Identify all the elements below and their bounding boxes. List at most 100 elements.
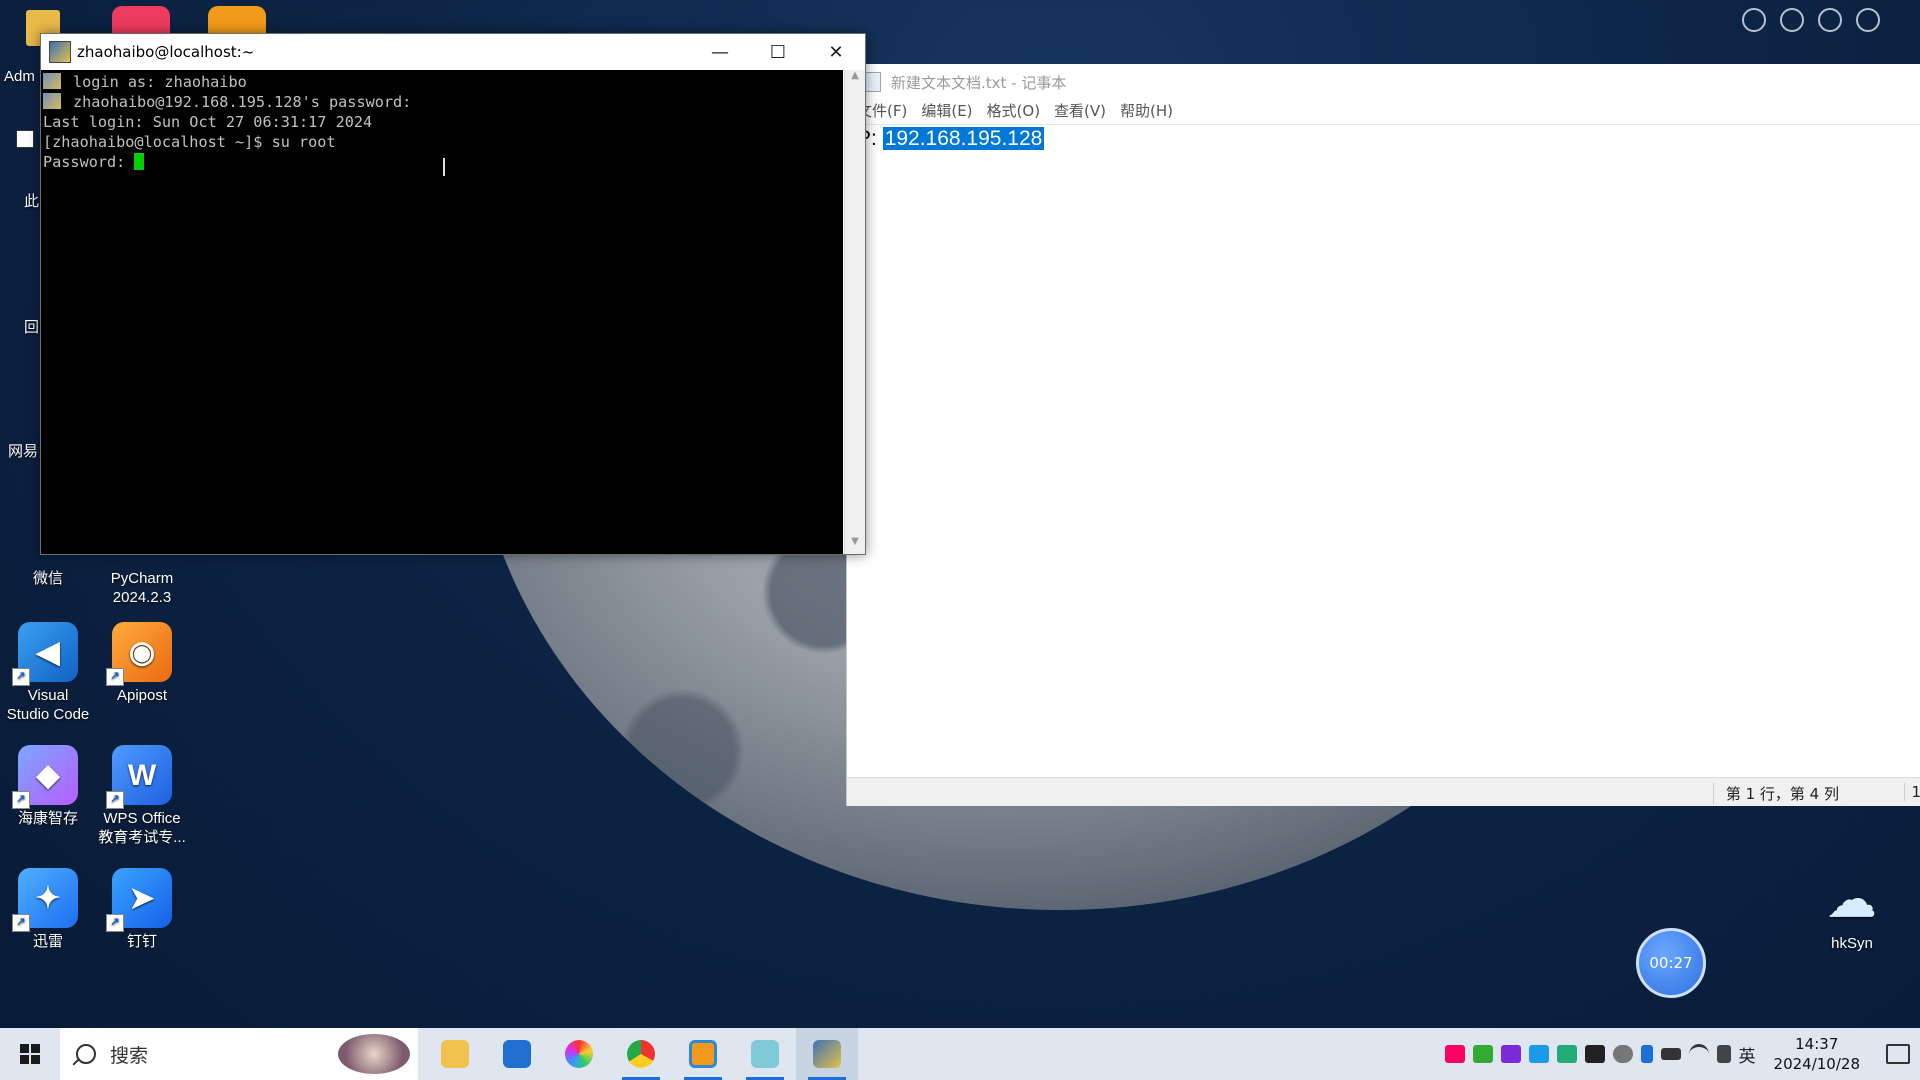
volume-icon[interactable] — [1716, 1045, 1731, 1063]
maximize-button[interactable]: ☐ — [749, 34, 807, 70]
app-tray-icon[interactable] — [1444, 1045, 1465, 1063]
desktop-label-partial: 网易 — [8, 443, 39, 460]
checkbox-icon[interactable] — [16, 130, 34, 148]
desktop-icon-label: 迅雷 — [32, 933, 63, 950]
start-button[interactable] — [0, 1028, 60, 1080]
vscode-icon: ◀ ↗ — [12, 622, 78, 686]
desktop-icon-label: hkSyn — [1831, 935, 1873, 952]
pause-icon[interactable] — [1818, 8, 1842, 32]
desktop-icon-xunlei[interactable]: ✦ ↗ 迅雷 — [0, 868, 96, 951]
app-tray-icon[interactable] — [1584, 1045, 1605, 1063]
wps-icon: W ↗ — [106, 745, 172, 809]
bluetooth-icon[interactable] — [1640, 1045, 1653, 1063]
taskbar: 搜索 英 14:37 2024/10/28 — [0, 1028, 1920, 1080]
chrome-icon — [627, 1040, 655, 1068]
shield-icon[interactable] — [1742, 8, 1766, 32]
system-tray: 英 14:37 2024/10/28 — [1444, 1034, 1920, 1074]
weibo-icon[interactable] — [1856, 8, 1880, 32]
clock-date: 2024/10/28 — [1773, 1055, 1860, 1073]
close-button[interactable]: ✕ — [807, 34, 865, 70]
terminal-screen[interactable]: login as: zhaohaibo zhaohaibo@192.168.19… — [41, 70, 843, 554]
notepad-titlebar[interactable]: 新建文本文档.txt - 记事本 — [847, 64, 1920, 100]
desktop-icon-vscode[interactable]: ◀ ↗ Visual Studio Code — [0, 622, 96, 724]
desktop-icon-label: Apipost — [116, 687, 168, 704]
app-icon[interactable] — [208, 6, 266, 34]
search-icon — [76, 1044, 96, 1064]
selected-text[interactable]: 192.168.195.128 — [882, 127, 1045, 150]
clock[interactable]: 14:37 2024/10/28 — [1774, 1034, 1860, 1074]
terminal-window[interactable]: zhaohaibo@localhost:~ — ☐ ✕ login as: zh… — [40, 33, 866, 555]
taskbar-putty[interactable] — [796, 1028, 858, 1080]
folder-icon — [441, 1040, 469, 1068]
hikvision-storage-icon: ◆ ↗ — [12, 745, 78, 809]
dingtalk-icon: ➤ ↗ — [106, 868, 172, 932]
notification-icon[interactable] — [1886, 1044, 1910, 1064]
taskbar-notepad[interactable] — [734, 1028, 796, 1080]
desktop-icon-hksyn[interactable]: ☁ hkSyn — [1804, 870, 1900, 953]
notepad-editor[interactable]: P: 192.168.195.128 — [847, 124, 1920, 769]
desktop-label-partial: 回 — [24, 319, 40, 336]
desktop-icon-wps[interactable]: W ↗ WPS Office 教育考试专... — [94, 745, 190, 847]
search-highlight-image — [338, 1034, 410, 1074]
cloud-icon[interactable] — [1612, 1045, 1633, 1063]
play-tray-icon[interactable] — [1472, 1045, 1493, 1063]
input-language[interactable]: 英 — [1739, 1042, 1756, 1067]
vmware-icon — [689, 1040, 717, 1068]
taskbar-search[interactable]: 搜索 — [60, 1028, 418, 1080]
scroll-up-icon[interactable]: ▲ — [845, 70, 865, 88]
desktop-icon-label: 海康智存 — [17, 810, 78, 827]
desktop-icon-label: PyCharm — [110, 570, 174, 587]
minimize-button[interactable]: — — [691, 34, 749, 70]
menu-edit[interactable]: 编辑(E) — [921, 100, 972, 124]
putty-small-icon — [43, 93, 61, 109]
battery-icon[interactable] — [1660, 1048, 1681, 1060]
menu-view[interactable]: 查看(V) — [1054, 100, 1106, 124]
terminal-line: Last login: Sun Oct 27 06:31:17 2024 — [43, 113, 373, 131]
xunlei-icon: ✦ ↗ — [12, 868, 78, 932]
desktop-icon-label: Visual — [27, 687, 69, 704]
cloud-icon: ☁ — [1828, 873, 1876, 927]
security-icon[interactable] — [1556, 1045, 1577, 1063]
taskbar-file-explorer[interactable] — [424, 1028, 486, 1080]
text-cursor — [134, 153, 145, 170]
desktop-widget-icons — [1742, 8, 1880, 32]
desktop-icon-hikvision[interactable]: ◆ ↗ 海康智存 — [0, 745, 96, 828]
wifi-icon[interactable] — [1688, 1043, 1709, 1065]
desktop-icon-label: Studio Code — [6, 706, 90, 723]
notepad-statusbar: 第 1 行，第 4 列 1 — [847, 777, 1920, 806]
terminal-titlebar[interactable]: zhaohaibo@localhost:~ — ☐ ✕ — [41, 34, 865, 70]
taskbar-chrome[interactable] — [610, 1028, 672, 1080]
putty-icon — [49, 41, 71, 63]
scroll-down-icon[interactable]: ▼ — [845, 536, 865, 554]
notepad-window[interactable]: 新建文本文档.txt - 记事本 文件(F) 编辑(E) 格式(O) 查看(V)… — [846, 64, 1920, 806]
desktop-icon-label: 钉钉 — [126, 933, 157, 950]
desktop-icon-label: WPS Office — [103, 810, 181, 827]
color-wheel-icon — [565, 1040, 593, 1068]
taskbar-vmware[interactable] — [672, 1028, 734, 1080]
recording-timer[interactable]: 00:27 — [1636, 928, 1706, 998]
outlook-icon — [503, 1040, 531, 1068]
windows-icon — [20, 1044, 40, 1064]
desktop-icon-dingtalk[interactable]: ➤ ↗ 钉钉 — [94, 868, 190, 951]
desktop-label-partial: Adm — [4, 68, 35, 85]
desktop-icon-label: 教育考试专... — [98, 829, 186, 846]
clock-time: 14:37 — [1795, 1035, 1839, 1053]
menu-help[interactable]: 帮助(H) — [1120, 100, 1173, 124]
desktop-icon-label: 2024.2.3 — [112, 589, 172, 606]
refresh-icon[interactable] — [1780, 8, 1804, 32]
notepad-icon — [751, 1040, 779, 1068]
putty-small-icon — [43, 73, 61, 89]
onenote-icon[interactable] — [1500, 1045, 1521, 1063]
taskbar-color-app[interactable] — [548, 1028, 610, 1080]
terminal-line: [zhaohaibo@localhost ~]$ su root — [43, 133, 336, 151]
taskbar-outlook[interactable] — [486, 1028, 548, 1080]
desktop-icon-apipost[interactable]: ◉ ↗ Apipost — [94, 622, 190, 705]
cursor-position: 第 1 行，第 4 列 — [1712, 783, 1839, 804]
menu-format[interactable]: 格式(O) — [987, 100, 1041, 124]
terminal-line: login as: zhaohaibo — [43, 72, 843, 92]
feishu-icon[interactable] — [1528, 1045, 1549, 1063]
search-input[interactable]: 搜索 — [110, 1041, 148, 1068]
video-app-icon[interactable] — [112, 6, 170, 34]
status-extra: 1 — [1904, 783, 1920, 801]
terminal-scrollbar[interactable]: ▲ ▼ — [844, 70, 865, 554]
